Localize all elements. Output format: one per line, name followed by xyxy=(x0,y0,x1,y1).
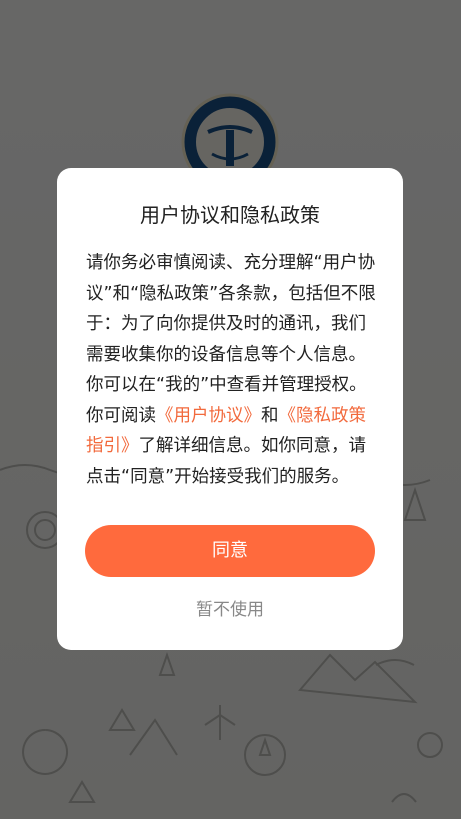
dialog-body-text-1: 请你务必审慎阅读、充分理解“用户协议”和“隐私政策”各条款，包括但不限于：为了向… xyxy=(86,253,376,426)
dialog-body-connector: 和 xyxy=(261,405,279,426)
user-agreement-link[interactable]: 《用户协议》 xyxy=(156,406,261,426)
dialog-title: 用户协议和隐私政策 xyxy=(140,203,320,227)
decline-button[interactable]: 暂不使用 xyxy=(57,596,403,624)
agree-button[interactable]: 同意 xyxy=(85,525,375,577)
privacy-policy-dialog: 用户协议和隐私政策 请你务必审慎阅读、充分理解“用户协议”和“隐私政策”各条款，… xyxy=(57,168,403,650)
dialog-body: 请你务必审慎阅读、充分理解“用户协议”和“隐私政策”各条款，包括但不限于：为了向… xyxy=(86,248,376,492)
